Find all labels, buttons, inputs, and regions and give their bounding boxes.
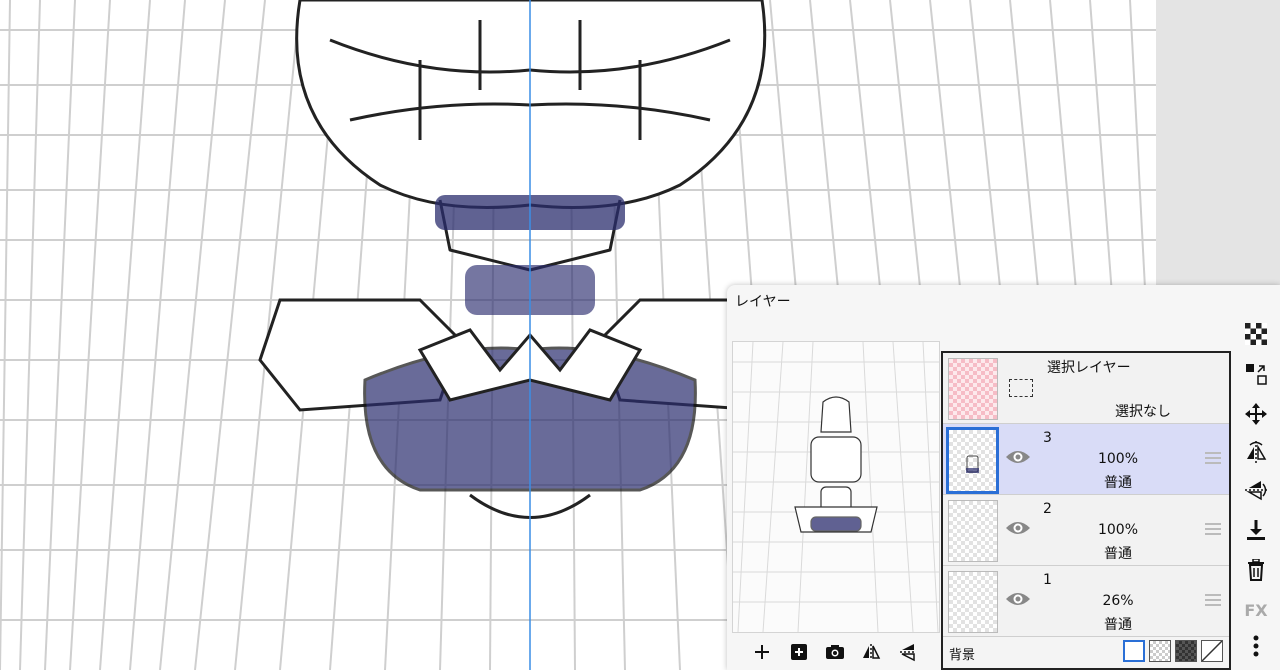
layer-name: 1 <box>1043 572 1052 588</box>
drag-handle-icon[interactable] <box>1205 594 1221 606</box>
background-none-swatch[interactable] <box>1201 640 1223 662</box>
transparency-lock-icon[interactable] <box>1241 319 1271 349</box>
navigator-toolbar <box>732 637 938 667</box>
panel-title: レイヤー <box>735 294 791 310</box>
layer-opacity: 26% <box>1102 593 1134 609</box>
flip-vertical-icon[interactable] <box>897 641 919 663</box>
flip-layer-horizontal-icon[interactable] <box>1241 437 1271 467</box>
layer-panel: レイヤー 選択レイヤー 選択なし 3 100% 普通 2 100% 普通 1 2… <box>727 285 1280 670</box>
layer-blend-mode: 普通 <box>1104 617 1132 633</box>
selection-marquee-icon <box>1009 379 1033 397</box>
layer-thumbnail <box>946 427 999 494</box>
background-dark-swatch[interactable] <box>1175 640 1197 662</box>
layer-list: 選択レイヤー 選択なし 3 100% 普通 2 100% 普通 1 26% 普通… <box>941 351 1231 670</box>
layer-transfer-icon[interactable] <box>1241 359 1271 389</box>
visibility-eye-icon[interactable] <box>1005 519 1031 537</box>
layer-name: 選択レイヤー <box>1047 360 1131 376</box>
add-layer-icon[interactable] <box>751 641 773 663</box>
drag-handle-icon[interactable] <box>1205 523 1221 535</box>
layer-row-1[interactable]: 1 26% 普通 <box>943 566 1229 637</box>
merge-down-icon[interactable] <box>1241 515 1271 545</box>
layer-thumbnail <box>948 500 998 562</box>
layer-opacity: 100% <box>1097 451 1139 467</box>
canvas-margin <box>1156 0 1280 290</box>
navigator-preview[interactable] <box>732 341 940 633</box>
background-label: 背景 <box>949 648 976 663</box>
trash-icon[interactable] <box>1241 555 1271 585</box>
background-white-swatch[interactable] <box>1123 640 1145 662</box>
layer-blend-mode: 普通 <box>1104 475 1132 491</box>
background-row: 背景 <box>943 637 1229 668</box>
drag-handle-icon[interactable] <box>1205 452 1221 464</box>
flip-layer-vertical-icon[interactable] <box>1241 475 1271 505</box>
background-transparent-swatch[interactable] <box>1149 640 1171 662</box>
layer-thumbnail <box>948 358 998 420</box>
flip-horizontal-icon[interactable] <box>860 641 882 663</box>
visibility-eye-icon[interactable] <box>1005 590 1031 608</box>
fx-button[interactable]: FX <box>1241 595 1271 625</box>
layer-side-toolbar: FX <box>1235 319 1279 669</box>
layer-opacity: 100% <box>1097 522 1139 538</box>
layer-name: 3 <box>1043 430 1052 446</box>
layer-blend-mode: 普通 <box>1104 546 1132 562</box>
layer-row-2[interactable]: 2 100% 普通 <box>943 495 1229 566</box>
navigator-thumbnail <box>733 342 939 632</box>
add-layer-folder-icon[interactable] <box>788 641 810 663</box>
layer-row-3[interactable]: 3 100% 普通 <box>943 424 1229 495</box>
move-icon[interactable] <box>1241 399 1271 429</box>
selection-status: 選択なし <box>1115 404 1171 420</box>
layer-thumbnail <box>948 571 998 633</box>
visibility-eye-icon[interactable] <box>1005 448 1031 466</box>
layer-row-selection[interactable]: 選択レイヤー 選択なし <box>943 353 1229 424</box>
camera-icon[interactable] <box>824 641 846 663</box>
layer-name: 2 <box>1043 501 1052 517</box>
more-options-icon[interactable] <box>1241 631 1271 661</box>
